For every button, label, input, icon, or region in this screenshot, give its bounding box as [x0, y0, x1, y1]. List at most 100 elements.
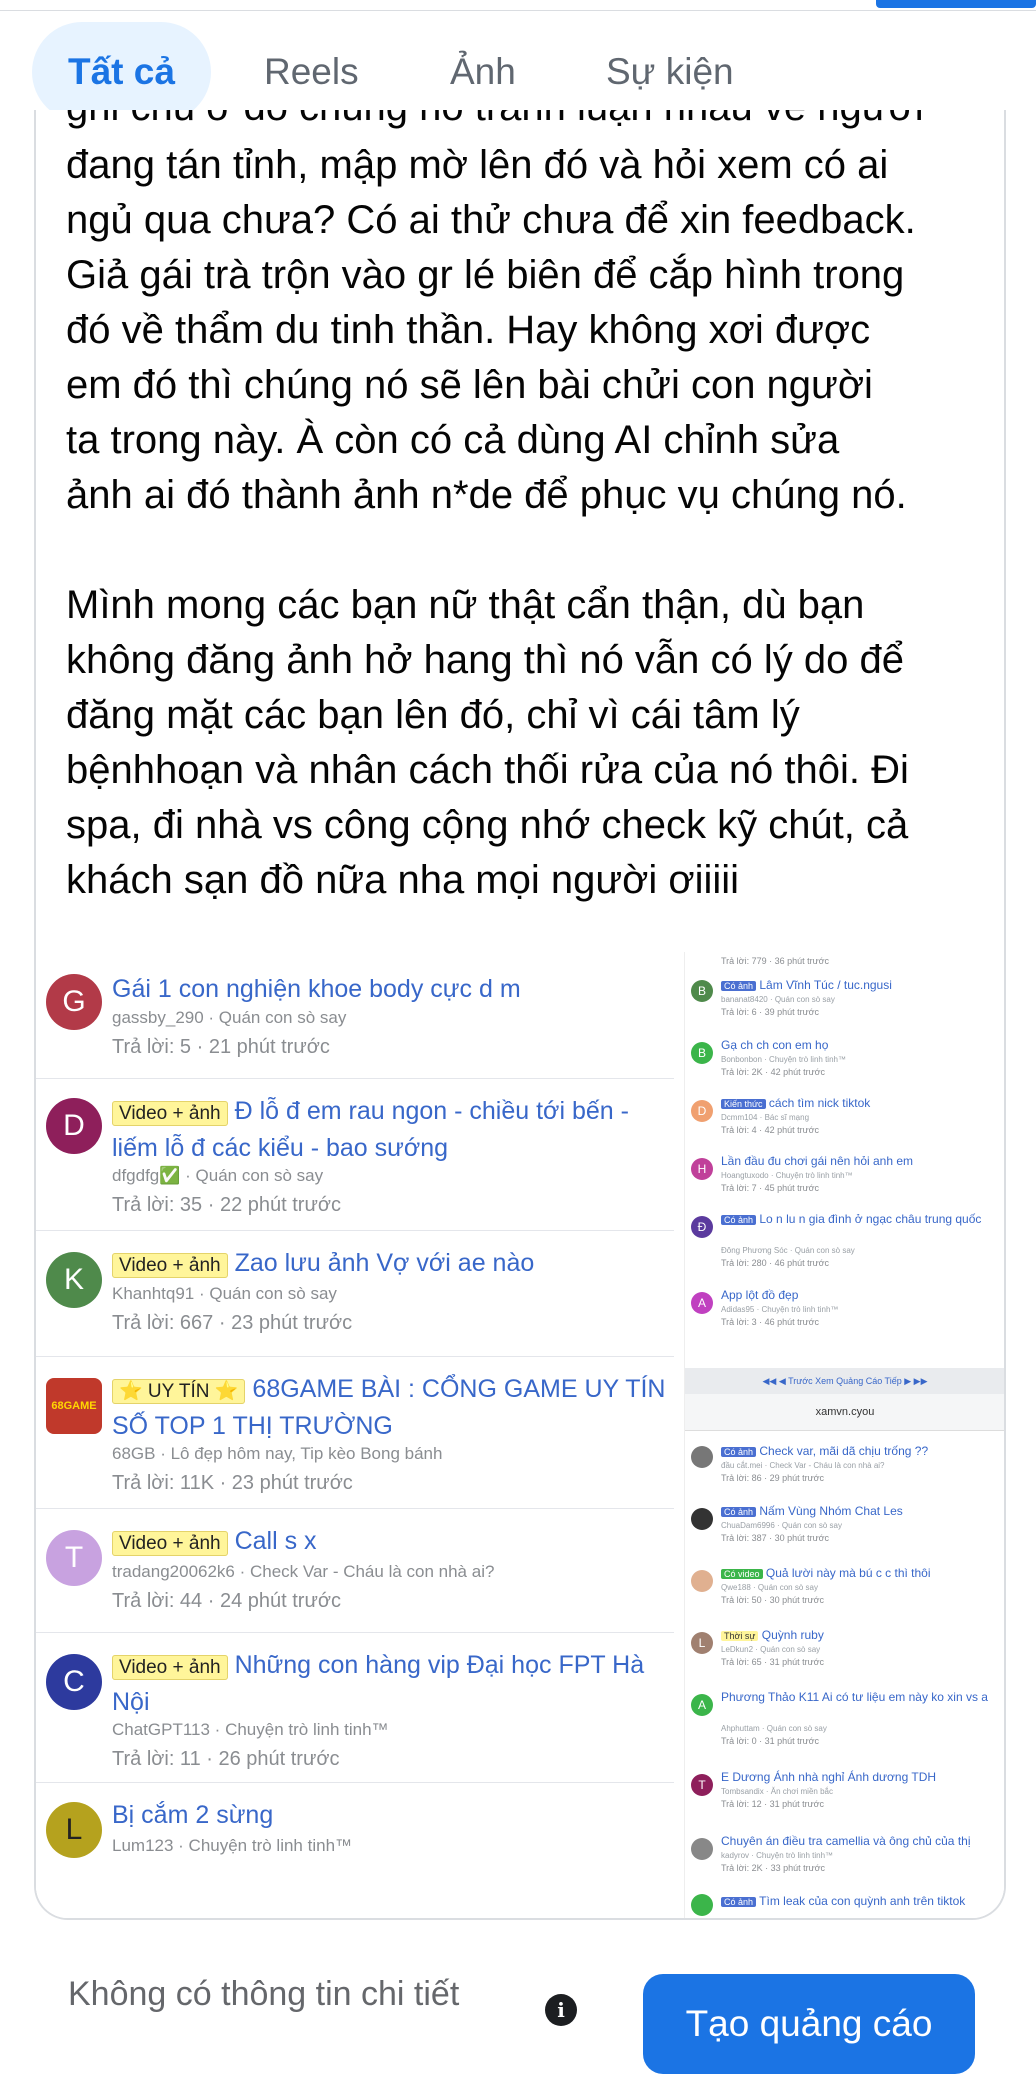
avatar	[691, 1508, 713, 1530]
thread-reply: Trả lời: 35 · 22 phút trước	[112, 1194, 341, 1216]
tab-events[interactable]: Sự kiện	[570, 22, 770, 122]
avatar: A	[691, 1694, 713, 1716]
post-body: ghi chú ở đó chúng nó tranh luận nhau về…	[66, 110, 986, 908]
thread-meta: Qwe188 · Quán con sò say	[721, 1583, 818, 1592]
post-card: ghi chú ở đó chúng nó tranh luận nhau về…	[34, 110, 1006, 1920]
avatar: L	[46, 1802, 102, 1858]
thread-tag: Video + ảnh	[112, 1253, 228, 1278]
thread-title: Gạ ch ch con em họ	[721, 1038, 829, 1052]
avatar: L	[691, 1632, 713, 1654]
avatar: T	[691, 1774, 713, 1796]
thread-title: Video + ảnh Zao lưu ảnh Vợ với ae nào	[112, 1246, 672, 1283]
post-line: đăng mặt các bạn lên đó, chỉ vì cái tâm …	[66, 693, 800, 737]
tab-reels[interactable]: Reels	[228, 22, 395, 122]
attached-screenshot[interactable]: G Gái 1 con nghiện khoe body cực d m gas…	[36, 952, 1004, 1918]
post-line: khách sạn đồ nữa nha mọi người ơiiiii	[66, 858, 740, 902]
tab-photos[interactable]: Ảnh	[414, 22, 552, 122]
avatar: D	[691, 1100, 713, 1122]
avatar: T	[46, 1530, 102, 1586]
thread-meta: gassby_290 · Quán con sò say	[112, 1008, 347, 1027]
forum-row: G Gái 1 con nghiện khoe body cực d m gas…	[36, 952, 674, 1079]
thread-reply: Trả lời: 2K · 33 phút trước	[721, 1863, 826, 1873]
thread-title: Thời sự Quỳnh ruby	[721, 1628, 999, 1644]
thread-title: ⭐ UY TÍN ⭐ 68GAME BÀI : CỔNG GAME UY TÍN…	[112, 1375, 666, 1440]
thread-reply: Trả lời: 2K · 42 phút trước	[721, 1067, 826, 1077]
thread-reply: Trả lời: 65 · 31 phút trước	[721, 1657, 825, 1667]
thread-title: E Dương Ánh nhà nghỉ Ánh dương TDH	[721, 1770, 937, 1784]
thread-title: Có ảnh Lâm Vĩnh Túc / tuc.ngusi	[721, 978, 999, 994]
thread-tag: Video + ảnh	[112, 1531, 228, 1556]
thread-reply: Trả lời: 779 · 36 phút trước	[721, 956, 830, 966]
thread-reply: Trả lời: 7 · 45 phút trước	[721, 1183, 820, 1193]
thread-meta: ChuaDam6996 · Quán con sò say	[721, 1521, 842, 1530]
thread-meta: Adidas95 · Chuyện trò linh tinh™	[721, 1305, 839, 1314]
avatar: D	[46, 1098, 102, 1154]
thread-reply: Trả lời: 387 · 30 phút trước	[721, 1533, 830, 1543]
thread-meta: tradang20062k6 · Check Var - Cháu là con…	[112, 1562, 495, 1581]
avatar	[691, 1570, 713, 1592]
forum-row: L Thời sự Quỳnh ruby LeDkun2 · Quán con …	[685, 1622, 1003, 1684]
forum-row: C Video + ảnh Những con hàng vip Đại học…	[36, 1632, 674, 1783]
thread-title: Có ảnh Tìm leak của con quỳnh anh trên t…	[721, 1894, 999, 1910]
thread-meta: đầu cắt.mei · Check Var - Cháu là con nh…	[721, 1461, 885, 1470]
thread-meta: bananat8420 · Quán con sò say	[721, 995, 835, 1004]
thread-meta: Dcmm104 · Bác sĩ mạng	[721, 1113, 810, 1122]
thread-tag: Video + ảnh	[112, 1655, 228, 1680]
thread-meta: Khanhtq91 · Quán con sò say	[112, 1284, 337, 1303]
avatar: C	[46, 1654, 102, 1710]
thread-reply: Trả lời: 4 · 42 phút trước	[721, 1125, 820, 1135]
forum-row: 68GAME ⭐ UY TÍN ⭐ 68GAME BÀI : CỔNG GAME…	[36, 1356, 674, 1509]
post-line: spa, đi nhà vs công cộng nhớ check kỹ ch…	[66, 803, 909, 847]
thread-reply: Trả lời: 5 · 21 phút trước	[112, 1036, 330, 1058]
info-icon[interactable]: i	[545, 1994, 577, 2026]
forum-list-right: Trả lời: 779 · 36 phút trước B Có ảnh Lâ…	[684, 952, 1004, 1918]
thread-tag: ⭐ UY TÍN ⭐	[112, 1379, 246, 1404]
thread-meta: kadyrov · Chuyện trò linh tinh™	[721, 1851, 834, 1860]
thread-meta: Lum123 · Chuyện trò linh tinh™	[112, 1836, 353, 1855]
forum-row: T E Dương Ánh nhà nghỉ Ánh dương TDH Tom…	[685, 1764, 1003, 1828]
post-line: bệnhhoạn và nhân cách thối rửa của nó th…	[66, 748, 909, 792]
forum-row: A Phương Thảo K11 Ai có tư liệu em này k…	[685, 1684, 1003, 1764]
post-line: Mình mong các bạn nữ thật cẩn thận, dù b…	[66, 583, 865, 627]
post-line: em đó thì chúng nó sẽ lên bài chửi con n…	[66, 363, 873, 407]
thread-meta: Tombsandix · Ăn chơi miền bắc	[721, 1787, 833, 1796]
forum-row: L Bị cắm 2 sừng Lum123 · Chuyện trò linh…	[36, 1782, 674, 1918]
thread-reply: Trả lời: 280 · 46 phút trước	[721, 1258, 830, 1268]
active-indicator	[876, 0, 1036, 8]
thread-title: Kiến thức cách tìm nick tiktok	[721, 1096, 999, 1112]
avatar	[691, 1446, 713, 1468]
browser-url-bar[interactable]: xamvn.cyou	[685, 1394, 1004, 1431]
forum-row: Có ảnh Tìm leak của con quỳnh anh trên t…	[685, 1890, 1003, 1918]
thread-reply: Trả lời: 667 · 23 phút trước	[112, 1312, 353, 1334]
thread-tag: Video + ảnh	[112, 1101, 228, 1126]
avatar: B	[691, 980, 713, 1002]
forum-list-left: G Gái 1 con nghiện khoe body cực d m gas…	[36, 952, 674, 1918]
forum-row: Chuyên án điều tra camellia và ông chủ c…	[685, 1828, 1003, 1890]
avatar: B	[691, 1042, 713, 1064]
forum-row: D Video + ảnh Đ lỗ đ em rau ngon - chiều…	[36, 1078, 674, 1231]
thread-meta: ChatGPT113 · Chuyện trò linh tinh™	[112, 1720, 389, 1739]
thread-title: Video + ảnh Đ lỗ đ em rau ngon - chiều t…	[112, 1097, 629, 1162]
cut-off-line: ghi chú ở đó chúng nó tranh luận nhau về…	[66, 110, 986, 138]
forum-row: B Có ảnh Lâm Vĩnh Túc / tuc.ngusi banana…	[685, 974, 1003, 1032]
thread-reply: Trả lời: 6 · 39 phút trước	[721, 1007, 820, 1017]
avatar: Đ	[691, 1216, 713, 1238]
create-ad-button[interactable]: Tạo quảng cáo	[643, 1974, 975, 2074]
thread-reply: Trả lời: 11K · 23 phút trước	[112, 1472, 353, 1494]
thread-meta: dfgdfg✅ · Quán con sò say	[112, 1166, 324, 1185]
post-line: ta trong này. À còn có cả dùng AI chỉnh …	[66, 418, 840, 462]
thread-title: Gái 1 con nghiện khoe body cực d m	[112, 975, 521, 1003]
post-line: Giả gái trà trộn vào gr lé biên để cắp h…	[66, 253, 905, 297]
thread-title: Lần đầu đu chơi gái nên hỏi anh em	[721, 1154, 914, 1168]
thread-title: Có ảnh Check var, mãi dã chịu trống ??	[721, 1444, 999, 1460]
post-line: ảnh ai đó thành ảnh n*de để phục vụ chún…	[66, 473, 907, 517]
forum-row: Có video Quả lười này mà bú c c thì thôi…	[685, 1560, 1003, 1622]
forum-row: K Video + ảnh Zao lưu ảnh Vợ với ae nào …	[36, 1230, 674, 1357]
top-progress-line	[0, 0, 1036, 11]
tab-all[interactable]: Tất cả	[32, 22, 211, 122]
pagination-bar[interactable]: ◀◀ ◀ Trước Xem Quảng Cáo Tiếp ▶ ▶▶	[685, 1368, 1004, 1394]
forum-row: D Kiến thức cách tìm nick tiktok Dcmm104…	[685, 1090, 1003, 1148]
avatar: G	[46, 974, 102, 1030]
thread-reply: Trả lời: 44 · 24 phút trước	[112, 1590, 341, 1612]
post-line: đó về thẩm du tinh thần. Hay không xơi đ…	[66, 308, 871, 352]
